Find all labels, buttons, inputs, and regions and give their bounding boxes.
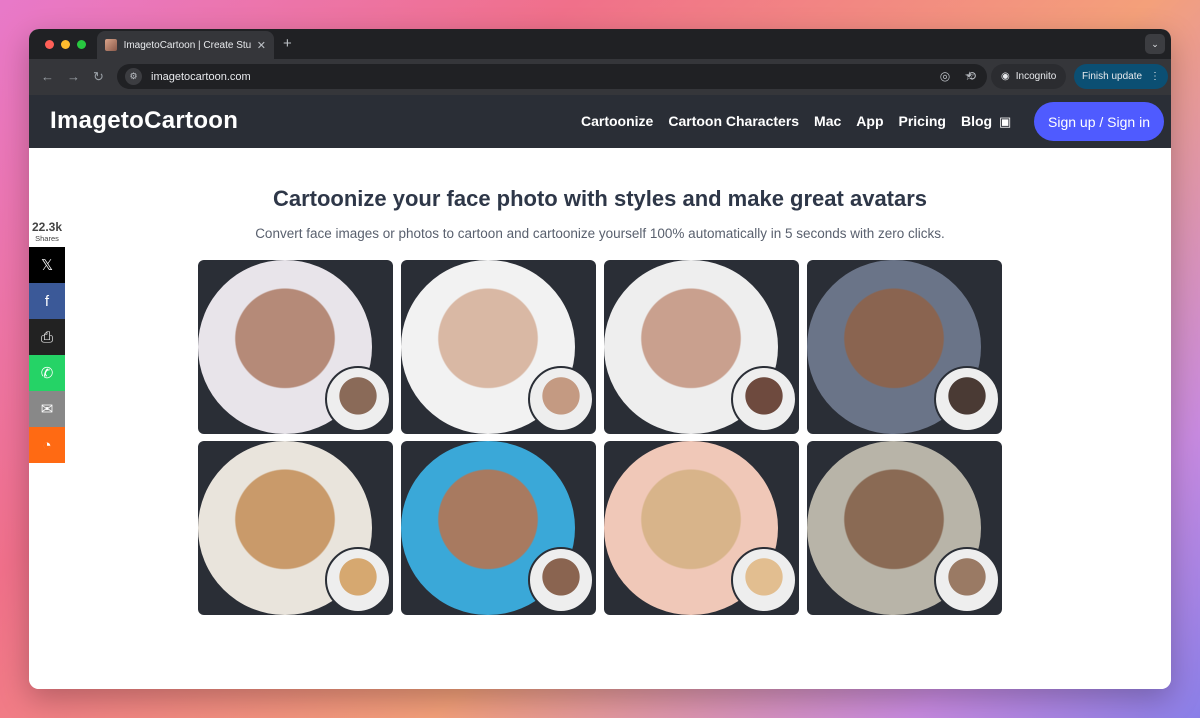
extension-icon[interactable]: ⟲ [966,69,976,83]
browser-tab[interactable]: ImagetoCartoon | Create Stun ✕ [97,31,274,59]
original-photo-image [528,547,594,613]
avatar-gallery [198,260,1002,615]
incognito-indicator[interactable]: ◉ Incognito [991,64,1067,89]
share-facebook-button[interactable]: f [29,283,65,319]
more-vertical-icon: ⋮ [1150,71,1161,82]
site-logo[interactable]: ImagetoCartoon [50,107,238,135]
forward-arrow-icon[interactable]: → [67,69,80,84]
share-count: 22.3k Shares [29,220,65,243]
maximize-window-button[interactable] [77,40,86,49]
incognito-label: Incognito [1015,71,1057,82]
minimize-window-button[interactable] [61,40,70,49]
share-count-number: 22.3k [31,220,63,234]
original-photo-image [731,366,797,432]
original-photo-image [528,366,594,432]
tab-close-icon[interactable]: ✕ [257,39,266,52]
tab-bar: ImagetoCartoon | Create Stun ✕ + ⌄ [29,29,1171,59]
email-icon: ✉ [40,401,54,418]
share-sidebar: 𝕏f ⎙ ✆ ✉ ◔ [29,247,65,463]
nav-cartoonize[interactable]: Cartoonize [581,113,653,129]
original-photo-image [731,547,797,613]
incognito-icon: ◉ [1001,71,1010,82]
nav-pricing[interactable]: Pricing [899,113,946,129]
eye-off-icon[interactable]: ◎ [940,69,950,83]
original-photo-image [325,366,391,432]
browser-window: ImagetoCartoon | Create Stun ✕ + ⌄ ← → ↻… [29,29,1171,689]
share-print-button[interactable]: ⎙ [29,319,65,355]
discord-icon[interactable]: ▣ [999,114,1011,130]
facebook-icon: f [44,292,50,310]
x-icon: 𝕏 [40,257,54,274]
finish-update-label: Finish update [1082,71,1143,82]
address-bar[interactable]: ⚙ imagetocartoon.com ◎ ☆ [117,64,987,89]
avatar-card[interactable] [401,260,596,434]
main-content: Cartoonize your face photo with styles a… [29,148,1171,689]
original-photo-image [325,547,391,613]
avatar-card[interactable] [807,441,1002,615]
main-nav: Cartoonize Cartoon Characters Mac App Pr… [581,113,992,129]
nav-cartoon-characters[interactable]: Cartoon Characters [668,113,799,129]
page-title: Cartoonize your face photo with styles a… [272,186,928,211]
finish-update-button[interactable]: Finish update ⋮ [1074,64,1169,89]
sumo-icon: ◔ [42,436,52,454]
share-x-button[interactable]: 𝕏 [29,247,65,283]
new-tab-button[interactable]: + [283,35,292,52]
avatar-card[interactable] [198,441,393,615]
nav-mac[interactable]: Mac [814,113,841,129]
original-photo-image [934,366,1000,432]
avatar-card[interactable] [604,441,799,615]
close-window-button[interactable] [45,40,54,49]
share-count-label: Shares [35,234,59,243]
browser-toolbar: ← → ↻ ⚙ imagetocartoon.com ◎ ☆ ⟲ ◉ Incog… [29,59,1171,95]
whatsapp-icon: ✆ [40,365,54,382]
page-subtitle: Convert face images or photos to cartoon… [255,226,945,241]
site-header: ImagetoCartoon Cartoonize Cartoon Charac… [29,95,1171,148]
avatar-card[interactable] [401,441,596,615]
share-whatsapp-button[interactable]: ✆ [29,355,65,391]
print-icon: ⎙ [40,328,53,346]
reload-icon[interactable]: ↻ [93,69,104,85]
avatar-card[interactable] [807,260,1002,434]
share-email-button[interactable]: ✉ [29,391,65,427]
window-controls [45,40,86,49]
tab-search-chevron-icon[interactable]: ⌄ [1145,34,1165,54]
avatar-card[interactable] [604,260,799,434]
avatar-card[interactable] [198,260,393,434]
back-arrow-icon[interactable]: ← [41,69,54,84]
site-settings-icon[interactable]: ⚙ [125,68,142,85]
share-sumo-button[interactable]: ◔ [29,427,65,463]
favicon-icon [105,39,117,51]
nav-blog[interactable]: Blog [961,113,992,129]
tab-title: ImagetoCartoon | Create Stun [123,39,251,51]
original-photo-image [934,547,1000,613]
url-text[interactable]: imagetocartoon.com [151,71,251,83]
signin-button[interactable]: Sign up / Sign in [1034,102,1164,141]
nav-app[interactable]: App [856,113,883,129]
